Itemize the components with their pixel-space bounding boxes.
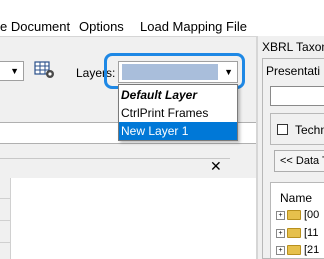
chevron-down-icon: ▼ — [224, 67, 233, 77]
tree-item-label: [00 — [304, 209, 320, 221]
left-combo[interactable]: ▼ — [0, 61, 24, 81]
dropdown-item-default-layer[interactable]: Default Layer — [119, 86, 237, 104]
tree-item[interactable]: + [00 — [276, 209, 319, 221]
tree-item-label: [11 — [304, 227, 319, 239]
folder-icon — [287, 228, 301, 239]
chevron-down-icon: ▼ — [10, 66, 19, 76]
tree-item[interactable]: + [21 — [276, 244, 319, 256]
tree-item-label: [21 — [304, 244, 320, 256]
folder-icon — [287, 210, 301, 221]
layers-combo-value — [122, 64, 218, 80]
toolbar-divider — [0, 36, 256, 37]
layers-dropdown-list: Default Layer CtrlPrint Frames New Layer… — [118, 84, 238, 141]
close-icon[interactable]: ✕ — [210, 158, 222, 175]
expand-icon[interactable]: + — [276, 245, 285, 255]
panel-body — [0, 178, 256, 259]
xbrl-taxonomy-title: XBRL Taxonc — [262, 40, 324, 54]
data-button[interactable]: << Data T — [274, 150, 324, 172]
table-settings-icon[interactable] — [34, 60, 56, 80]
tree-column-name[interactable]: Name — [280, 191, 312, 205]
grid-line — [0, 220, 10, 221]
menu-options[interactable]: Options — [79, 19, 124, 34]
dropdown-item-new-layer-1[interactable]: New Layer 1 — [119, 122, 237, 140]
grid-row-header-column — [0, 178, 11, 259]
panel-header — [0, 158, 230, 178]
grid-line — [0, 242, 10, 243]
layers-label: Layers: — [76, 66, 116, 80]
menu-load-mapping-file[interactable]: Load Mapping File — [140, 19, 247, 34]
menu-document[interactable]: e Document — [0, 19, 70, 34]
tech-checkbox-label: Techn — [295, 123, 324, 137]
expand-icon[interactable]: + — [276, 210, 285, 220]
tab-presentation[interactable]: Presentati — [266, 64, 320, 78]
tech-checkbox[interactable] — [277, 124, 288, 135]
layers-combo[interactable]: ▼ — [118, 61, 238, 83]
tree-item[interactable]: + [11 — [276, 227, 318, 239]
grid-line — [0, 198, 10, 199]
folder-icon — [287, 245, 301, 256]
data-button-label: << Data T — [280, 155, 324, 167]
expand-icon[interactable]: + — [276, 228, 285, 238]
dropdown-item-ctrlprint-frames[interactable]: CtrlPrint Frames — [119, 104, 237, 122]
taxonomy-search-input[interactable] — [270, 86, 324, 106]
